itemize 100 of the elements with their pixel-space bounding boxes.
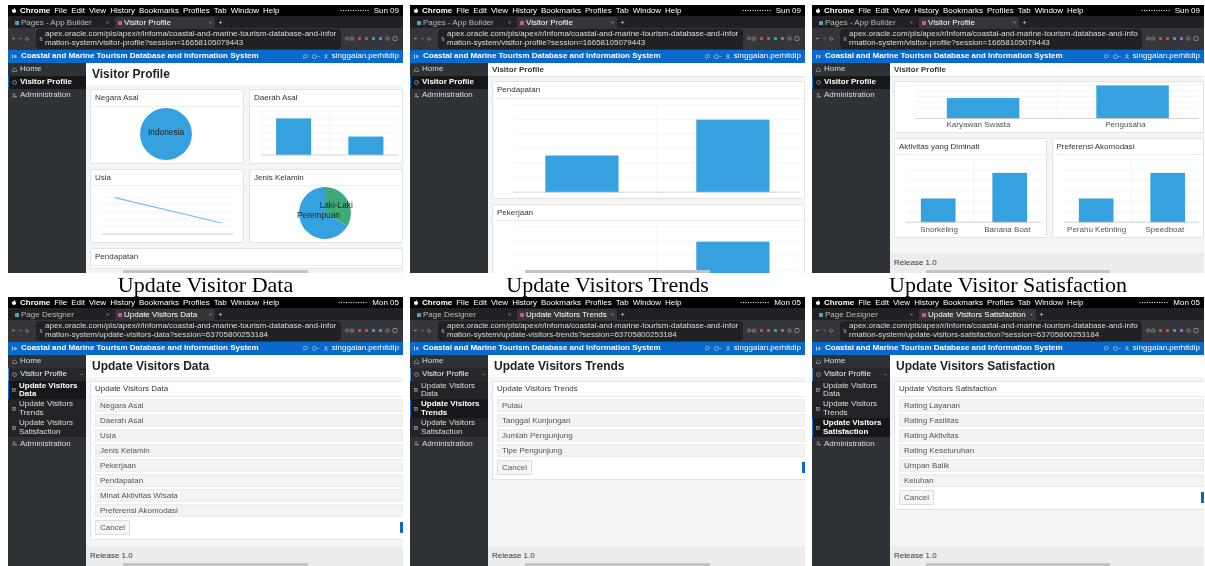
browser-tab[interactable]: Visitor Profile [517,17,617,28]
menu-item[interactable]: Tab [1017,5,1031,16]
menu-item[interactable]: View [892,297,911,308]
menu-item[interactable]: History [914,5,939,16]
menu-item[interactable]: Bookmarks [139,5,180,16]
plus-icon[interactable] [1038,311,1044,317]
menu-icon[interactable] [414,53,419,59]
menu-icon[interactable] [816,345,821,351]
input-field[interactable]: Pendapatan [95,473,403,487]
plus-icon[interactable] [620,19,625,25]
menu-item[interactable]: Edit [875,5,889,16]
cancel-button[interactable]: Cancel [95,519,130,536]
close-icon[interactable] [106,313,109,316]
primary-button[interactable] [802,461,805,473]
menu-item[interactable]: Chrome [422,5,453,16]
site-info-icon[interactable] [441,36,445,41]
user-icon[interactable] [725,53,730,59]
input-field[interactable]: Preferensi Akomodasi [95,503,403,517]
user-icon[interactable] [1124,345,1129,351]
close-icon[interactable] [910,21,913,24]
cancel-button[interactable]: Cancel [497,459,532,476]
navigation-buttons-drawing[interactable] [12,328,32,334]
plus-icon[interactable] [1022,19,1027,25]
menu-item[interactable]: History [110,5,135,16]
menu-item[interactable]: Tab [213,297,227,308]
menu-item[interactable]: Profiles [987,297,1014,308]
menu-icon[interactable] [816,53,821,59]
browser-tab[interactable]: Update Visitors Trends [517,309,617,320]
input-field[interactable]: Umpan Balik [899,458,1204,472]
browser-tab[interactable]: Page Designer [414,309,514,320]
menu-item[interactable]: Help [1067,297,1084,308]
chat-icon[interactable] [302,345,308,351]
sidebar-item[interactable]: Home [410,62,488,76]
input-field[interactable]: Keluhan [899,473,1204,487]
primary-button[interactable] [400,521,403,533]
site-info-icon[interactable] [441,328,445,333]
input-field[interactable]: Rating Aktivitas [899,428,1204,442]
menu-item[interactable]: Bookmarks [541,5,582,16]
menu-item[interactable]: Tab [1017,297,1031,308]
close-icon[interactable] [910,313,913,316]
user-name[interactable]: singgalan.perhitdip [1132,343,1200,353]
browser-tab[interactable]: Update Visitors Data [115,309,215,320]
close-icon[interactable] [508,313,511,316]
site-info-icon[interactable] [39,36,43,41]
extension-icons-drawing[interactable] [345,328,399,334]
sidebar-item[interactable]: Home [8,354,86,368]
input-field[interactable]: Pulau [497,398,805,412]
browser-tab[interactable]: Visitor Profile [919,17,1019,28]
user-name[interactable]: singgalan.perhitdip [733,343,801,353]
sidebar-item[interactable]: Administration [812,88,890,102]
browser-tab[interactable]: Pages - App Builder [414,17,514,28]
close-icon[interactable] [1029,313,1033,316]
sidebar-item[interactable]: Visitor Profile [8,367,86,381]
navigation-buttons-drawing[interactable] [414,36,434,42]
chat-icon[interactable] [1103,345,1109,351]
sidebar-item[interactable]: Administration [410,88,488,102]
close-icon[interactable] [508,21,511,24]
menu-item[interactable]: Window [230,297,260,308]
site-info-icon[interactable] [843,36,847,41]
menu-item[interactable]: Window [1034,5,1064,16]
help-icon[interactable] [713,345,722,351]
input-field[interactable]: Jumlah Pengunjung [497,428,805,442]
plus-icon[interactable] [218,19,223,25]
sidebar-item[interactable]: Visitor Profile [410,367,488,381]
input-field[interactable]: Rating Layanan [899,398,1204,412]
input-field[interactable]: Jenis Kelamin [95,443,403,457]
sidebar-item[interactable]: Home [812,62,890,76]
input-field[interactable]: Rating Keseluruhan [899,443,1204,457]
browser-tab[interactable]: Update Visitors Satisfaction [919,309,1036,320]
user-name[interactable]: singgalan.perhitdip [733,51,801,61]
extension-icons-drawing[interactable] [747,36,801,42]
chat-icon[interactable] [704,345,710,351]
close-icon[interactable] [611,21,614,24]
sidebar-item[interactable]: Visitor Profile [410,75,488,89]
input-field[interactable]: Pekerjaan [95,458,403,472]
menu-item[interactable]: History [914,297,939,308]
navigation-buttons-drawing[interactable] [816,36,836,42]
menu-item[interactable]: Chrome [824,297,855,308]
menu-item[interactable]: File [456,5,470,16]
navigation-buttons-drawing[interactable] [414,328,434,334]
menu-item[interactable]: Edit [71,297,85,308]
sidebar-item[interactable]: Update Visitors Trends [8,399,86,419]
user-icon[interactable] [323,53,328,59]
menu-item[interactable]: File [858,297,872,308]
extension-icons-drawing[interactable] [1146,36,1200,42]
close-icon[interactable] [1013,21,1016,24]
menu-item[interactable]: View [88,5,107,16]
menu-item[interactable]: Tab [213,5,227,16]
sidebar-item[interactable]: Home [410,354,488,368]
menu-item[interactable]: Edit [473,297,487,308]
menu-item[interactable]: History [512,297,537,308]
user-icon[interactable] [1124,53,1129,59]
menu-item[interactable]: Bookmarks [541,297,582,308]
menu-item[interactable]: Help [665,297,682,308]
sidebar-item[interactable]: Visitor Profile [8,75,86,89]
sidebar-item[interactable]: Home [8,62,86,76]
menu-item[interactable]: Bookmarks [139,297,180,308]
menu-item[interactable]: Edit [71,5,85,16]
cancel-button[interactable]: Cancel [899,489,934,506]
menu-item[interactable]: Profiles [585,297,612,308]
